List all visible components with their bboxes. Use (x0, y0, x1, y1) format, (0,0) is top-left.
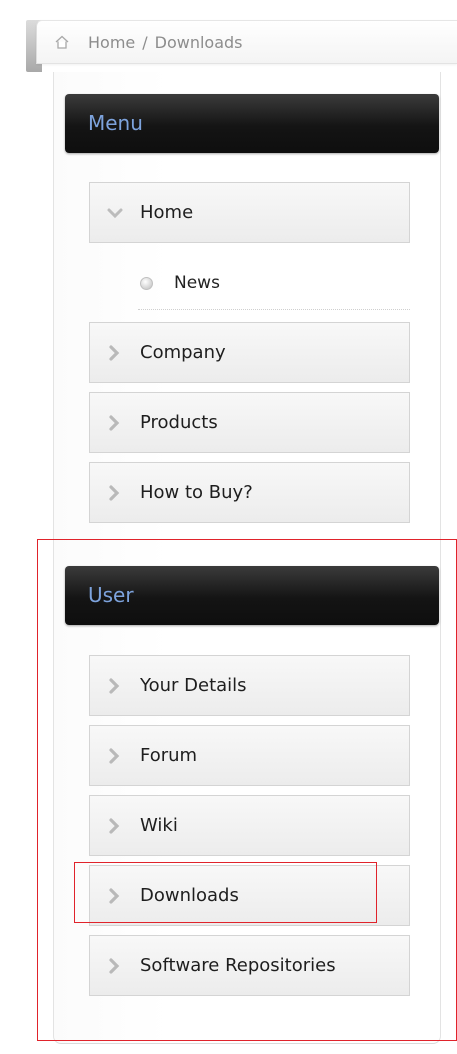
page: Home / Downloads Menu Home News Company Pr… (0, 0, 457, 1054)
menu-item-home[interactable]: Home (89, 182, 410, 243)
menu-item-label: Home (140, 202, 194, 223)
menu-item-label: Software Repositories (140, 955, 336, 976)
breadcrumb-current: Downloads (154, 33, 243, 52)
menu-item-label: Company (140, 342, 226, 363)
menu-item-label: How to Buy? (140, 482, 253, 503)
chevron-down-icon (107, 208, 123, 219)
menu-item-forum[interactable]: Forum (89, 725, 410, 786)
menu-module-header: Menu (65, 94, 439, 153)
home-icon[interactable] (54, 34, 70, 50)
chevron-right-icon (109, 678, 120, 694)
breadcrumb-separator: / (142, 33, 148, 52)
bullet-icon (140, 277, 153, 290)
menu-item-label: Wiki (140, 815, 178, 836)
menu-item-how-to-buy[interactable]: How to Buy? (89, 462, 410, 523)
chevron-right-icon (109, 748, 120, 764)
chevron-right-icon (109, 888, 120, 904)
chevron-right-icon (109, 958, 120, 974)
submenu-item-label: News (174, 273, 220, 293)
menu-item-products[interactable]: Products (89, 392, 410, 453)
menu-item-your-details[interactable]: Your Details (89, 655, 410, 716)
chevron-right-icon (109, 818, 120, 834)
breadcrumb-link-home[interactable]: Home (88, 33, 135, 52)
chevron-right-icon (109, 345, 120, 361)
menu-item-label: Forum (140, 745, 198, 766)
menu-item-company[interactable]: Company (89, 322, 410, 383)
menu-item-software-repositories[interactable]: Software Repositories (89, 935, 410, 996)
breadcrumb-trail: Home / Downloads (88, 33, 243, 53)
menu-item-label: Downloads (140, 885, 239, 906)
user-module-header: User (65, 566, 439, 625)
user-module-title: User (88, 583, 134, 607)
chevron-right-icon (109, 485, 120, 501)
menu-item-downloads[interactable]: Downloads (89, 865, 410, 926)
menu-module-title: Menu (88, 111, 143, 135)
submenu-item-news[interactable]: News (138, 262, 410, 310)
breadcrumb: Home / Downloads (36, 20, 457, 64)
menu-item-wiki[interactable]: Wiki (89, 795, 410, 856)
menu-item-label: Products (140, 412, 218, 433)
chevron-right-icon (109, 415, 120, 431)
menu-item-label: Your Details (140, 675, 247, 696)
